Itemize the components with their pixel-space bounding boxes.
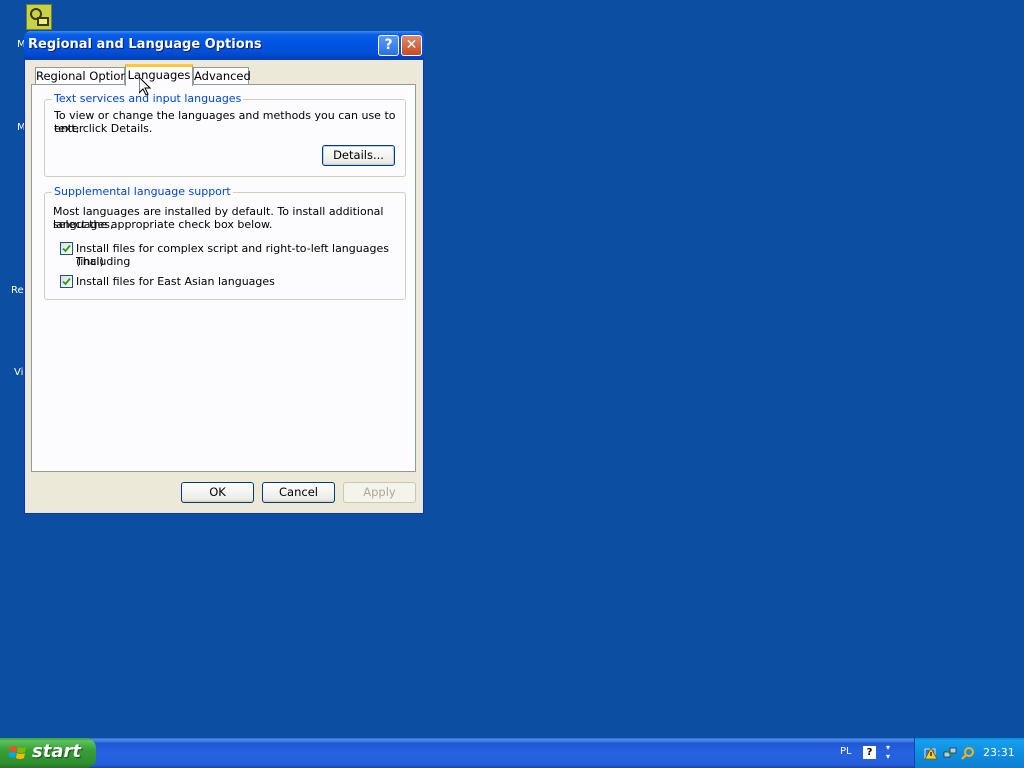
supplemental-description-line2: select the appropriate check box below. — [53, 218, 273, 231]
windows-logo-icon — [9, 746, 26, 759]
security-alert-icon[interactable] — [924, 746, 938, 760]
desktop-icon-label-4: Vi — [14, 367, 24, 378]
start-label: start — [32, 741, 81, 762]
help-button[interactable]: ? — [378, 35, 399, 56]
network-icon[interactable] — [943, 746, 957, 760]
complex-script-label-line1[interactable]: Install files for complex script and rig… — [76, 242, 405, 268]
complex-script-checkbox[interactable] — [60, 242, 73, 255]
cancel-button[interactable]: Cancel — [262, 482, 335, 503]
close-button[interactable]: ✕ — [401, 35, 422, 56]
tab-advanced[interactable]: Advanced — [193, 67, 251, 85]
desktop-icon[interactable] — [26, 4, 52, 30]
language-bar-options-icon[interactable]: ▾ ▾ — [886, 743, 890, 761]
title-bar[interactable]: Regional and Language Options ? ✕ — [24, 31, 424, 60]
search-icon[interactable] — [961, 746, 975, 760]
east-asian-checkbox[interactable] — [60, 275, 73, 288]
ok-button[interactable]: OK — [181, 482, 254, 503]
tab-languages[interactable]: Languages — [125, 64, 193, 86]
clock[interactable]: 23:31 — [983, 746, 1015, 759]
language-bar-help-icon[interactable]: ? — [863, 746, 876, 759]
language-indicator[interactable]: PL — [840, 746, 852, 757]
details-button[interactable]: Details... — [322, 145, 395, 166]
supplemental-language-group: Supplemental language support Most langu… — [44, 185, 406, 300]
languages-tab-panel: Text services and input languages To vie… — [31, 84, 416, 472]
checkmark-icon — [62, 244, 71, 253]
regional-language-options-window: Regional and Language Options ? ✕ Region… — [24, 31, 424, 514]
window-title: Regional and Language Options — [28, 37, 262, 52]
supplemental-group-label: Supplemental language support — [52, 185, 233, 198]
tab-regional-options[interactable]: Regional Options — [35, 67, 134, 85]
apply-button: Apply — [343, 482, 416, 503]
checkmark-icon — [62, 277, 71, 286]
mouse-pointer-icon — [139, 77, 151, 96]
taskbar: start PL ? ▾ ▾ 23:31 — [0, 738, 1024, 768]
text-services-description-line2: text, click Details. — [54, 122, 153, 135]
desktop-icon-label-3: Re — [11, 285, 24, 296]
text-services-group: Text services and input languages To vie… — [44, 92, 406, 177]
east-asian-label[interactable]: Install files for East Asian languages — [76, 275, 275, 288]
system-tray: 23:31 — [914, 738, 1024, 768]
start-button[interactable]: start — [0, 738, 96, 768]
complex-script-label-line2[interactable]: Thai) — [76, 255, 104, 268]
